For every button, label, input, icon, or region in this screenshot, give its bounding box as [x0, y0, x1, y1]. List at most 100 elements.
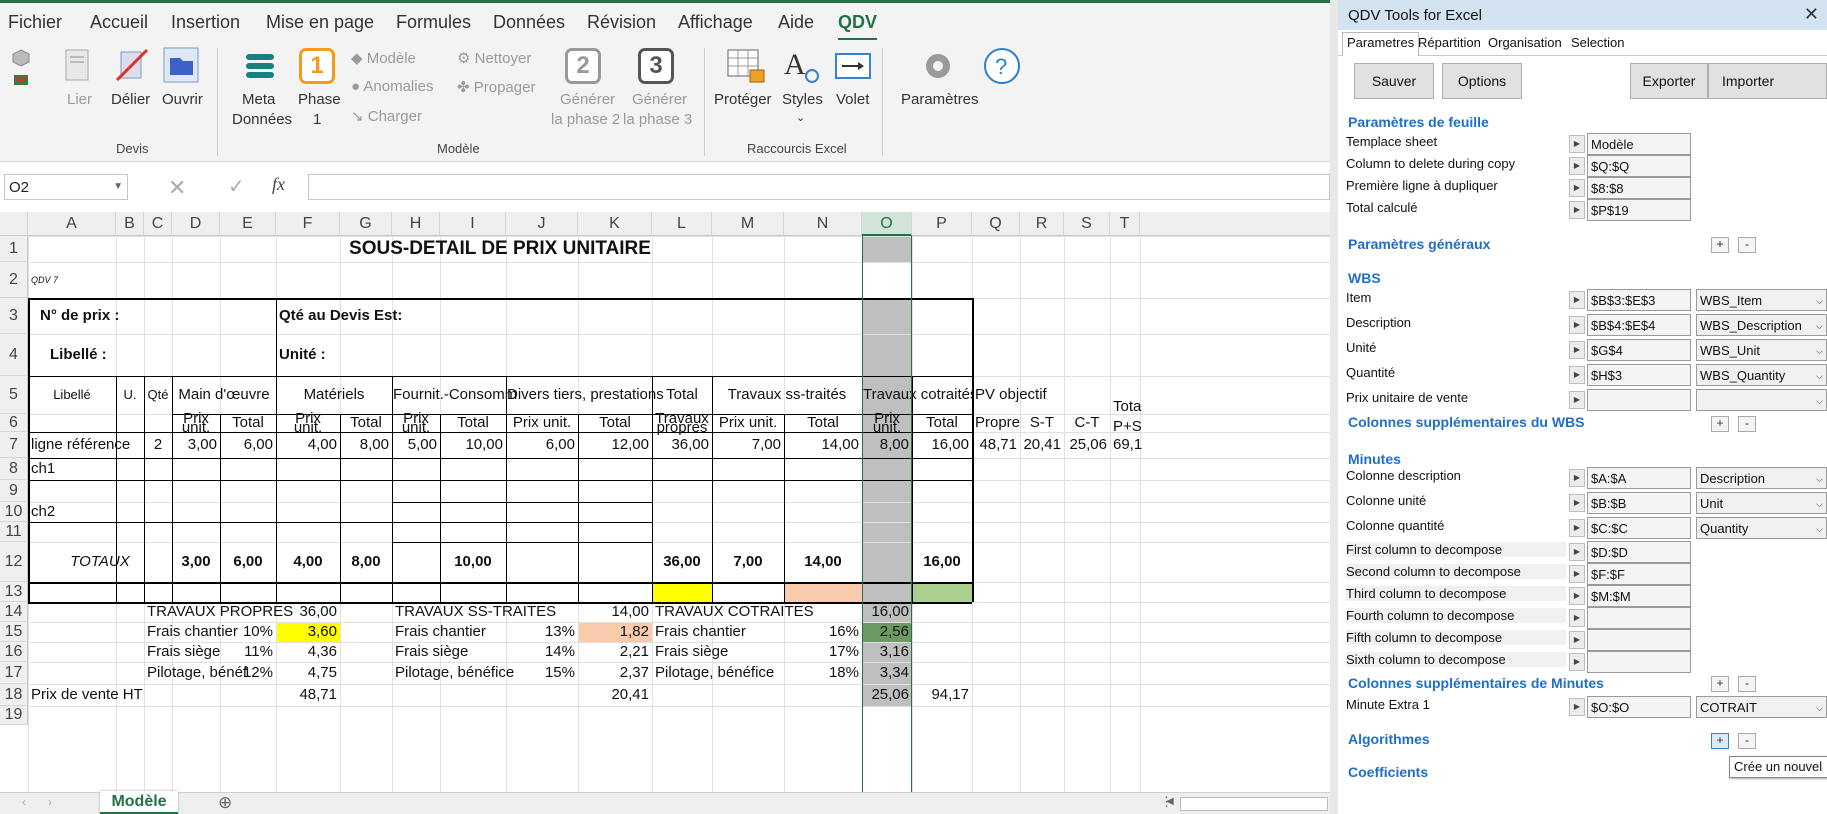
generaux-add-button[interactable]: + [1711, 237, 1729, 253]
row-header-17[interactable]: 17 [0, 662, 28, 684]
enter-icon[interactable]: ✓ [228, 174, 245, 199]
column-header-t[interactable]: T [1110, 212, 1140, 236]
tab-revision[interactable]: Révision [587, 12, 656, 33]
row-header-6[interactable]: 6 [0, 414, 28, 432]
minute-extra-range-picker[interactable]: ▶ [1569, 698, 1585, 716]
minutes-6-range-picker[interactable]: ▶ [1569, 609, 1585, 627]
panel-tab-repartition[interactable]: Répartition [1418, 35, 1481, 50]
row-header-5[interactable]: 5 [0, 376, 28, 414]
wbs-4-range-picker[interactable]: ▶ [1569, 391, 1585, 409]
add-sheet-icon[interactable]: ⊕ [218, 793, 232, 813]
wbs-1-combo[interactable]: WBS_Description ⌵ [1696, 314, 1827, 336]
wbs-4-field[interactable] [1587, 389, 1691, 411]
column-header-m[interactable]: M [712, 212, 784, 236]
propager-button[interactable]: ✤ Propager [457, 78, 535, 96]
row-header-12[interactable]: 12 [0, 542, 28, 582]
wbs-0-range-picker[interactable]: ▶ [1569, 291, 1585, 309]
tab-aide[interactable]: Aide [778, 12, 814, 33]
cancel-icon[interactable]: ✕ [168, 175, 186, 201]
wbs-4-combo[interactable]: ⌵ [1696, 389, 1827, 411]
feuille-0-field[interactable]: Modèle [1587, 133, 1691, 155]
wbs-0-field[interactable]: $B$3:$E$3 [1587, 289, 1691, 311]
minutes-5-field[interactable]: $M:$M [1587, 585, 1691, 607]
name-box[interactable]: O2 ▼ [4, 174, 128, 200]
importer-button[interactable]: Importer [1708, 63, 1827, 99]
minute-extra-field[interactable]: $O:$O [1587, 696, 1691, 718]
column-header-a[interactable]: A [28, 212, 116, 236]
exporter-button[interactable]: Exporter [1630, 63, 1708, 99]
row-header-4[interactable]: 4 [0, 334, 28, 376]
select-all-corner[interactable] [0, 212, 28, 236]
wbs-1-range-picker[interactable]: ▶ [1569, 316, 1585, 334]
row-header-3[interactable]: 3 [0, 298, 28, 334]
minutes-2-combo[interactable]: Quantity ⌵ [1696, 517, 1827, 539]
spreadsheet-grid[interactable]: ABCDEFGHIJKLMNOPQRST 1 2 3 4 5 6 7 8 9 10 11 12 13 14… [0, 212, 1330, 792]
column-header-h[interactable]: H [392, 212, 440, 236]
minutes-0-range-picker[interactable]: ▶ [1569, 469, 1585, 487]
sheet-tab-modele[interactable]: Modèle [100, 791, 178, 814]
feuille-2-range-picker[interactable]: ▶ [1569, 179, 1585, 197]
row-header-1[interactable]: 1 [0, 236, 28, 262]
algorithmes-add-button[interactable]: + [1711, 733, 1729, 749]
small-tools-icon[interactable] [10, 48, 32, 92]
column-header-d[interactable]: D [172, 212, 220, 236]
minutes-2-field[interactable]: $C:$C [1587, 517, 1691, 539]
wbs-3-field[interactable]: $H$3 [1587, 364, 1691, 386]
tab-fichier[interactable]: Fichier [8, 12, 62, 33]
tab-donnees[interactable]: Données [493, 12, 565, 33]
minutes-extra-add-button[interactable]: + [1711, 676, 1729, 692]
minutes-0-combo[interactable]: Description ⌵ [1696, 467, 1827, 489]
modele-button[interactable]: ◆ Modèle [351, 49, 416, 67]
sauver-button[interactable]: Sauver [1354, 63, 1434, 99]
column-header-k[interactable]: K [578, 212, 652, 236]
minutes-7-field[interactable] [1587, 629, 1691, 651]
row-header-19[interactable]: 19 [0, 706, 28, 725]
column-header-n[interactable]: N [784, 212, 862, 236]
column-header-l[interactable]: L [652, 212, 712, 236]
scroll-left-icon[interactable]: ‹ [22, 795, 26, 809]
wbs-2-range-picker[interactable]: ▶ [1569, 341, 1585, 359]
column-header-e[interactable]: E [220, 212, 276, 236]
minutes-3-field[interactable]: $D:$D [1587, 541, 1691, 563]
column-header-j[interactable]: J [506, 212, 578, 236]
feuille-2-field[interactable]: $8:$8 [1587, 177, 1691, 199]
feuille-3-field[interactable]: $P$19 [1587, 199, 1691, 221]
minutes-3-range-picker[interactable]: ▶ [1569, 543, 1585, 561]
tab-insertion[interactable]: Insertion [171, 12, 240, 33]
panel-tab-organisation[interactable]: Organisation [1488, 35, 1562, 50]
feuille-1-field[interactable]: $Q:$Q [1587, 155, 1691, 177]
minute-extra-combo[interactable]: COTRAIT ⌵ [1696, 696, 1827, 718]
algorithmes-remove-button[interactable]: - [1738, 733, 1756, 749]
horizontal-scrollbar[interactable] [1180, 797, 1328, 811]
column-header-i[interactable]: I [440, 212, 506, 236]
generaux-remove-button[interactable]: - [1738, 237, 1756, 253]
feuille-1-range-picker[interactable]: ▶ [1569, 157, 1585, 175]
column-header-g[interactable]: G [340, 212, 392, 236]
wbs-1-field[interactable]: $B$4:$E$4 [1587, 314, 1691, 336]
cells-area[interactable]: SOUS-DETAIL DE PRIX UNITAIRE QDV 7 N° de p… [28, 236, 1330, 792]
minutes-4-range-picker[interactable]: ▶ [1569, 565, 1585, 583]
minutes-5-range-picker[interactable]: ▶ [1569, 587, 1585, 605]
row-header-8[interactable]: 8 [0, 458, 28, 480]
hscroll-left-icon[interactable]: ◀ [1166, 796, 1174, 807]
wbs-2-field[interactable]: $G$4 [1587, 339, 1691, 361]
anomalies-button[interactable]: ● Anomalies [351, 78, 433, 95]
row-header-14[interactable]: 14 [0, 602, 28, 622]
row-header-15[interactable]: 15 [0, 622, 28, 642]
row-header-7[interactable]: 7 [0, 432, 28, 458]
minutes-8-field[interactable] [1587, 651, 1691, 673]
row-header-18[interactable]: 18 [0, 684, 28, 706]
options-button[interactable]: Options [1442, 63, 1522, 99]
column-header-q[interactable]: Q [972, 212, 1020, 236]
column-header-s[interactable]: S [1064, 212, 1110, 236]
charger-button[interactable]: ↘ Charger [351, 107, 422, 125]
column-header-f[interactable]: F [276, 212, 340, 236]
feuille-3-range-picker[interactable]: ▶ [1569, 201, 1585, 219]
tab-mise-en-page[interactable]: Mise en page [266, 12, 374, 33]
wbs-3-combo[interactable]: WBS_Quantity ⌵ [1696, 364, 1827, 386]
row-header-10[interactable]: 10 [0, 502, 28, 522]
column-header-p[interactable]: P [912, 212, 972, 236]
column-header-c[interactable]: C [144, 212, 172, 236]
panel-tab-parametres[interactable]: Parametres [1342, 32, 1420, 56]
row-header-13[interactable]: 13 [0, 582, 28, 602]
